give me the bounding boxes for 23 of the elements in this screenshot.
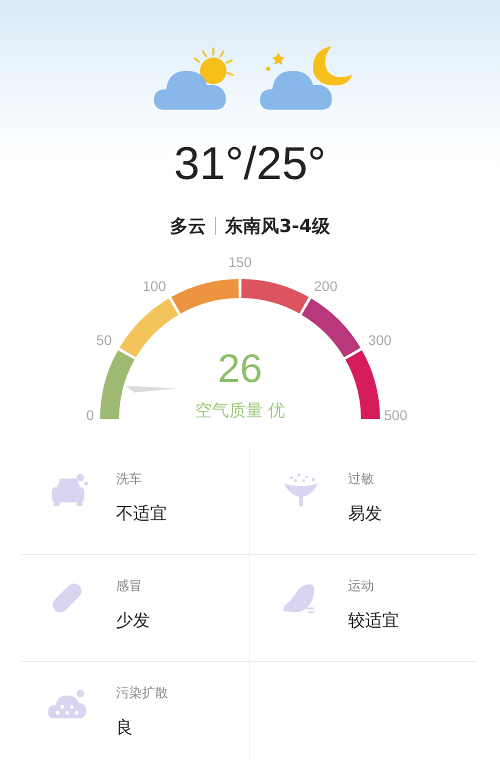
index-value: 良 <box>116 717 134 739</box>
wind-text: 东南风3-4级 <box>225 215 330 238</box>
tick-label: 500 <box>384 407 408 423</box>
weather-text: 多云 <box>170 215 206 238</box>
index-value: 不适宜 <box>116 503 167 525</box>
tick-label: 200 <box>314 278 338 294</box>
aqi-label: 空气质量 优 <box>194 401 286 421</box>
tick-label: 100 <box>142 278 166 294</box>
tick-label: 300 <box>368 332 392 348</box>
index-name: 污染扩散 <box>116 685 168 702</box>
temperature-text: 31°/25° <box>174 140 326 186</box>
index-name: 运动 <box>348 578 375 595</box>
index-name: 洗车 <box>116 471 143 488</box>
tick-label: 0 <box>86 407 94 423</box>
index-value: 易发 <box>348 503 382 525</box>
tick-label: 150 <box>228 256 252 270</box>
index-value: 较适宜 <box>348 610 399 632</box>
gauge-needle <box>126 386 178 393</box>
aqi-value: 26 <box>218 347 262 391</box>
tick-label: 50 <box>96 332 112 348</box>
index-name: 感冒 <box>116 578 143 595</box>
index-value: 少发 <box>116 610 150 632</box>
index-name: 过敏 <box>348 471 375 488</box>
